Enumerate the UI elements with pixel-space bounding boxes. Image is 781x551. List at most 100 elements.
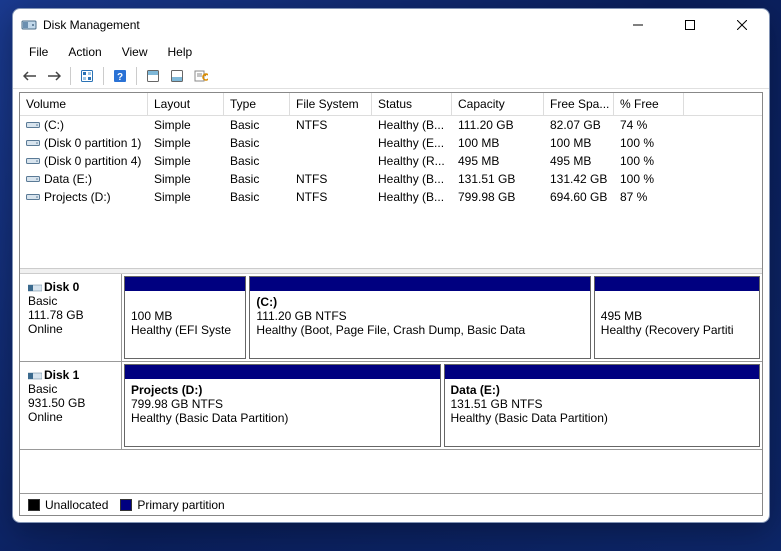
volume-type: Basic	[224, 152, 290, 170]
partition-size: 799.98 GB NTFS	[131, 397, 434, 411]
partition-status: Healthy (Basic Data Partition)	[131, 411, 434, 425]
col-free[interactable]: Free Spa...	[544, 93, 614, 115]
view-bottom-button[interactable]	[166, 65, 188, 87]
view-top-button[interactable]	[142, 65, 164, 87]
col-status[interactable]: Status	[372, 93, 452, 115]
volume-status: Healthy (E...	[372, 134, 452, 152]
help-button[interactable]: ?	[109, 65, 131, 87]
disk-size: 111.78 GB	[28, 308, 113, 322]
partition[interactable]: Projects (D:)799.98 GB NTFSHealthy (Basi…	[124, 364, 441, 447]
partition-header	[125, 277, 245, 291]
volume-pct: 100 %	[614, 170, 684, 188]
toolbar-separator	[103, 67, 104, 85]
col-filesystem[interactable]: File System	[290, 93, 372, 115]
volume-list-header: Volume Layout Type File System Status Ca…	[20, 93, 762, 116]
toolbar: ?	[13, 63, 769, 89]
volume-row[interactable]: (C:)SimpleBasicNTFSHealthy (B...111.20 G…	[20, 116, 762, 134]
graphical-view: Disk 0Basic111.78 GBOnline 100 MBHealthy…	[20, 274, 762, 493]
disk-management-window: Disk Management File Action View Help ? …	[12, 8, 770, 523]
toolbar-separator	[136, 67, 137, 85]
disk-graph: 100 MBHealthy (EFI Syste(C:)111.20 GB NT…	[122, 274, 762, 361]
legend-label: Unallocated	[45, 498, 108, 512]
volume-type: Basic	[224, 188, 290, 206]
partition-header	[595, 277, 759, 291]
disk-info[interactable]: Disk 0Basic111.78 GBOnline	[20, 274, 122, 361]
volume-status: Healthy (B...	[372, 116, 452, 134]
col-percent[interactable]: % Free	[614, 93, 684, 115]
properties-button[interactable]	[190, 65, 212, 87]
volume-pct: 74 %	[614, 116, 684, 134]
volume-row[interactable]: (Disk 0 partition 4)SimpleBasicHealthy (…	[20, 152, 762, 170]
titlebar[interactable]: Disk Management	[13, 9, 769, 41]
disk-row: Disk 1Basic931.50 GBOnlineProjects (D:)7…	[20, 362, 762, 450]
volume-free: 131.42 GB	[544, 170, 614, 188]
partition-size: 111.20 GB NTFS	[256, 309, 583, 323]
volume-name: (Disk 0 partition 1)	[44, 136, 141, 150]
legend-label: Primary partition	[137, 498, 224, 512]
volume-free: 694.60 GB	[544, 188, 614, 206]
maximize-button[interactable]	[667, 10, 713, 40]
swatch-primary	[120, 499, 132, 511]
col-capacity[interactable]: Capacity	[452, 93, 544, 115]
volume-free: 82.07 GB	[544, 116, 614, 134]
volume-pct: 87 %	[614, 188, 684, 206]
volume-capacity: 111.20 GB	[452, 116, 544, 134]
partition-size: 131.51 GB NTFS	[451, 397, 754, 411]
legend-primary: Primary partition	[120, 498, 224, 512]
swatch-unallocated	[28, 499, 40, 511]
volume-type: Basic	[224, 134, 290, 152]
volume-fs: NTFS	[290, 116, 372, 134]
partition-status: Healthy (Boot, Page File, Crash Dump, Ba…	[256, 323, 583, 337]
partition-title: Data (E:)	[451, 383, 754, 397]
volume-fs: NTFS	[290, 170, 372, 188]
volume-free: 495 MB	[544, 152, 614, 170]
forward-button[interactable]	[43, 65, 65, 87]
partition-title: (C:)	[256, 295, 583, 309]
volume-capacity: 799.98 GB	[452, 188, 544, 206]
minimize-button[interactable]	[615, 10, 661, 40]
menubar: File Action View Help	[13, 41, 769, 63]
menu-file[interactable]: File	[21, 43, 56, 61]
menu-view[interactable]: View	[114, 43, 156, 61]
volume-name: (C:)	[44, 118, 64, 132]
partition[interactable]: (C:)111.20 GB NTFSHealthy (Boot, Page Fi…	[249, 276, 590, 359]
menu-help[interactable]: Help	[160, 43, 201, 61]
partition-size: 100 MB	[131, 309, 239, 323]
partition[interactable]: 100 MBHealthy (EFI Syste	[124, 276, 246, 359]
volume-list[interactable]: Volume Layout Type File System Status Ca…	[20, 93, 762, 268]
refresh-button[interactable]	[76, 65, 98, 87]
disk-size: 931.50 GB	[28, 396, 113, 410]
volume-layout: Simple	[148, 170, 224, 188]
disk-type: Basic	[28, 294, 113, 308]
app-icon	[21, 17, 37, 33]
col-volume[interactable]: Volume	[20, 93, 148, 115]
disk-type: Basic	[28, 382, 113, 396]
volume-capacity: 495 MB	[452, 152, 544, 170]
content-area: Volume Layout Type File System Status Ca…	[19, 92, 763, 516]
menu-action[interactable]: Action	[60, 43, 109, 61]
legend: Unallocated Primary partition	[20, 493, 762, 515]
toolbar-separator	[70, 67, 71, 85]
volume-status: Healthy (B...	[372, 170, 452, 188]
volume-layout: Simple	[148, 152, 224, 170]
window-title: Disk Management	[43, 18, 609, 32]
col-layout[interactable]: Layout	[148, 93, 224, 115]
disk-name: Disk 1	[28, 368, 113, 382]
back-button[interactable]	[19, 65, 41, 87]
volume-capacity: 131.51 GB	[452, 170, 544, 188]
partition-header	[445, 365, 760, 379]
close-button[interactable]	[719, 10, 765, 40]
volume-capacity: 100 MB	[452, 134, 544, 152]
partition[interactable]: 495 MBHealthy (Recovery Partiti	[594, 276, 760, 359]
legend-unallocated: Unallocated	[28, 498, 108, 512]
volume-row[interactable]: Data (E:)SimpleBasicNTFSHealthy (B...131…	[20, 170, 762, 188]
disk-status: Online	[28, 410, 113, 424]
volume-row[interactable]: Projects (D:)SimpleBasicNTFSHealthy (B..…	[20, 188, 762, 206]
col-type[interactable]: Type	[224, 93, 290, 115]
partition-size: 495 MB	[601, 309, 753, 323]
volume-status: Healthy (B...	[372, 188, 452, 206]
disk-info[interactable]: Disk 1Basic931.50 GBOnline	[20, 362, 122, 449]
svg-text:?: ?	[117, 72, 123, 83]
volume-row[interactable]: (Disk 0 partition 1)SimpleBasicHealthy (…	[20, 134, 762, 152]
partition[interactable]: Data (E:)131.51 GB NTFSHealthy (Basic Da…	[444, 364, 761, 447]
